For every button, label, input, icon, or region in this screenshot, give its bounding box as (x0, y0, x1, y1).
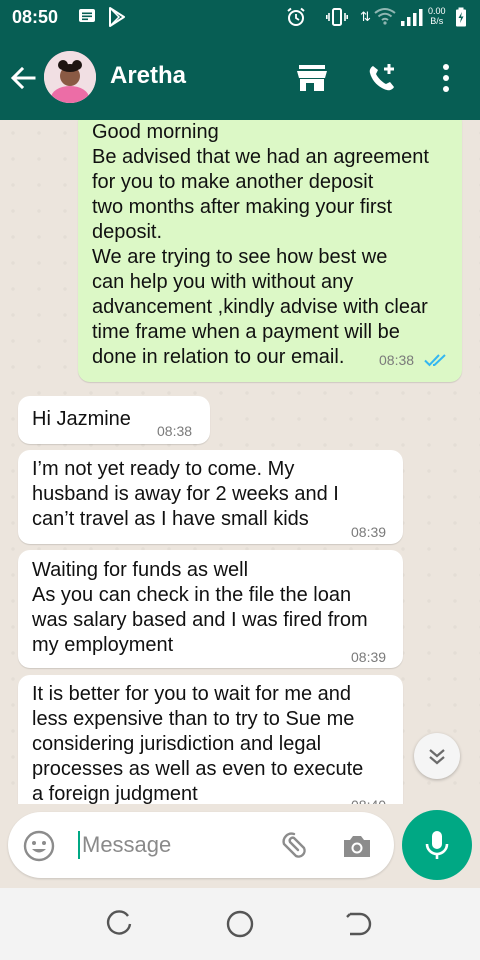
double-chevron-down-icon (429, 749, 445, 765)
recents-icon[interactable] (104, 908, 136, 940)
vibrate-icon (326, 7, 348, 33)
message-time: 08:38 (379, 352, 415, 368)
net-speed: 0.00 B/s (428, 6, 446, 26)
net-speed-unit: B/s (430, 16, 444, 26)
system-nav-bar (0, 888, 480, 960)
data-arrows-icon: ⇅ (360, 9, 371, 24)
add-call-icon[interactable] (362, 58, 402, 98)
message-time: 08:39 (351, 649, 387, 665)
message-text: Good morning Be advised that we had an a… (92, 121, 429, 368)
alarm-icon (286, 7, 306, 33)
play-store-icon (108, 7, 126, 33)
net-speed-value: 0.00 (428, 6, 446, 16)
message-composer (8, 812, 394, 878)
message-bubble-incoming[interactable]: I’m not yet ready to come. My husband is… (18, 450, 403, 544)
paperclip-icon[interactable] (276, 829, 310, 863)
message-text: It is better for you to wait for me and … (32, 683, 364, 804)
message-time: 08:38 (157, 423, 193, 439)
message-text: Waiting for funds as well As you can che… (32, 559, 368, 656)
home-icon[interactable] (224, 908, 256, 940)
mic-button[interactable] (402, 810, 472, 880)
battery-icon (455, 7, 467, 33)
message-text: Hi Jazmine (32, 408, 131, 430)
contact-name[interactable]: Aretha (110, 62, 186, 90)
back-icon[interactable] (344, 908, 376, 940)
chat-header: Aretha (0, 36, 480, 120)
storefront-icon[interactable] (292, 58, 332, 98)
contact-avatar[interactable] (44, 51, 96, 103)
mic-icon (425, 831, 449, 859)
message-bubble-incoming[interactable]: Waiting for funds as well As you can che… (18, 550, 403, 668)
status-time: 08:50 (12, 7, 59, 27)
message-bubble-outgoing[interactable]: Good morning Be advised that we had an a… (78, 120, 462, 382)
back-arrow-icon[interactable] (8, 58, 40, 98)
scroll-down-button[interactable] (414, 733, 460, 779)
read-ticks-icon (424, 350, 450, 367)
wifi-icon (374, 7, 396, 31)
message-bubble-incoming[interactable]: It is better for you to wait for me and … (18, 675, 403, 804)
message-bubble-incoming[interactable]: Hi Jazmine 08:38 (18, 396, 210, 444)
signal-icon (400, 7, 424, 33)
message-icon (78, 7, 96, 31)
emoji-icon[interactable] (22, 829, 56, 863)
message-input[interactable] (82, 828, 262, 862)
message-text: I’m not yet ready to come. My husband is… (32, 458, 339, 530)
camera-icon[interactable] (340, 829, 374, 863)
message-list[interactable]: Good morning Be advised that we had an a… (0, 120, 480, 804)
status-bar: 08:50 ⇅ 0.00 B/s (0, 0, 480, 36)
more-vert-icon[interactable] (426, 58, 466, 98)
message-time: 08:39 (351, 524, 387, 540)
message-time: 08:40 (351, 793, 386, 804)
text-caret (78, 831, 80, 859)
